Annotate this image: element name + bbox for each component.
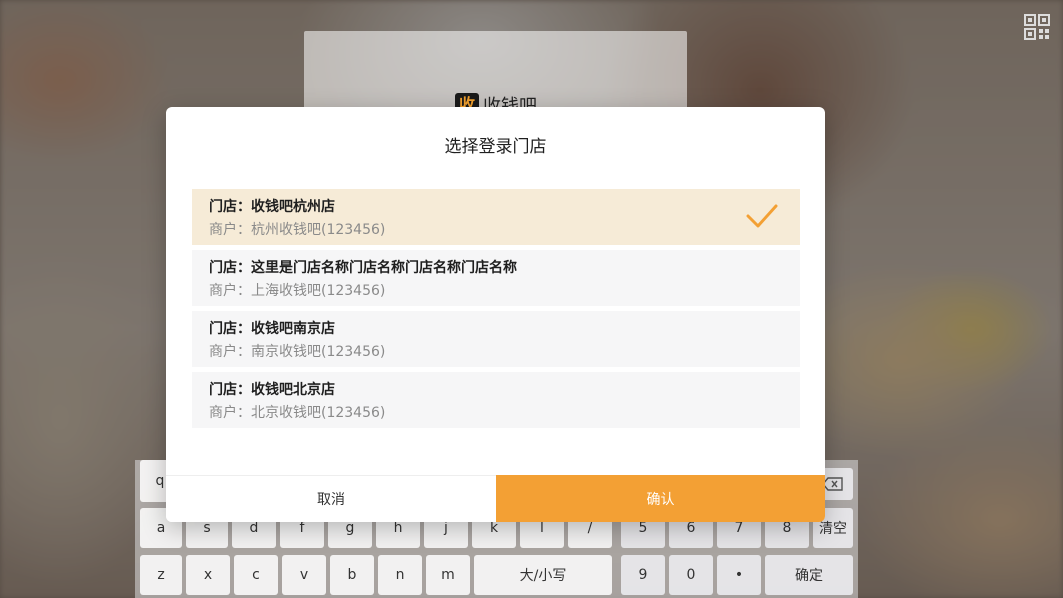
select-store-dialog: 选择登录门店 门店：收钱吧杭州店 商户：杭州收钱吧(123456) 门店：这里是… <box>166 107 825 522</box>
qr-code-icon[interactable] <box>1024 14 1050 40</box>
key-b[interactable]: b <box>330 555 374 595</box>
store-item-nanjing[interactable]: 门店：收钱吧南京店 商户：南京收钱吧(123456) <box>192 311 800 367</box>
store-merchant: 商户：北京收钱吧(123456) <box>209 405 386 421</box>
backspace-icon <box>822 477 843 491</box>
key-dot[interactable]: • <box>717 555 761 595</box>
confirm-button[interactable]: 确认 <box>496 475 825 522</box>
key-9[interactable]: 9 <box>621 555 665 595</box>
check-icon <box>746 204 778 228</box>
store-merchant: 商户：南京收钱吧(123456) <box>209 344 386 360</box>
store-name: 门店：这里是门店名称门店名称门店名称门店名称 <box>209 260 517 276</box>
key-n[interactable]: n <box>378 555 422 595</box>
store-list: 门店：收钱吧杭州店 商户：杭州收钱吧(123456) 门店：这里是门店名称门店名… <box>192 189 800 433</box>
store-item-shanghai[interactable]: 门店：这里是门店名称门店名称门店名称门店名称 商户：上海收钱吧(123456) <box>192 250 800 306</box>
store-merchant: 商户：上海收钱吧(123456) <box>209 283 386 299</box>
key-z[interactable]: z <box>140 555 182 595</box>
store-item-hangzhou[interactable]: 门店：收钱吧杭州店 商户：杭州收钱吧(123456) <box>192 189 800 245</box>
key-0[interactable]: 0 <box>669 555 713 595</box>
store-item-beijing[interactable]: 门店：收钱吧北京店 商户：北京收钱吧(123456) <box>192 372 800 428</box>
store-name: 门店：收钱吧北京店 <box>209 382 335 398</box>
keyboard-confirm-key[interactable]: 确定 <box>765 555 853 595</box>
store-merchant: 商户：杭州收钱吧(123456) <box>209 222 386 238</box>
store-name: 门店：收钱吧南京店 <box>209 321 335 337</box>
dialog-buttons: 取消 确认 <box>166 475 825 522</box>
cancel-button[interactable]: 取消 <box>166 475 496 522</box>
store-name: 门店：收钱吧杭州店 <box>209 199 335 215</box>
caps-toggle-key[interactable]: 大/小写 <box>474 555 612 595</box>
key-v[interactable]: v <box>282 555 326 595</box>
key-m[interactable]: m <box>426 555 470 595</box>
key-x[interactable]: x <box>186 555 230 595</box>
key-c[interactable]: c <box>234 555 278 595</box>
dialog-title: 选择登录门店 <box>444 137 547 157</box>
